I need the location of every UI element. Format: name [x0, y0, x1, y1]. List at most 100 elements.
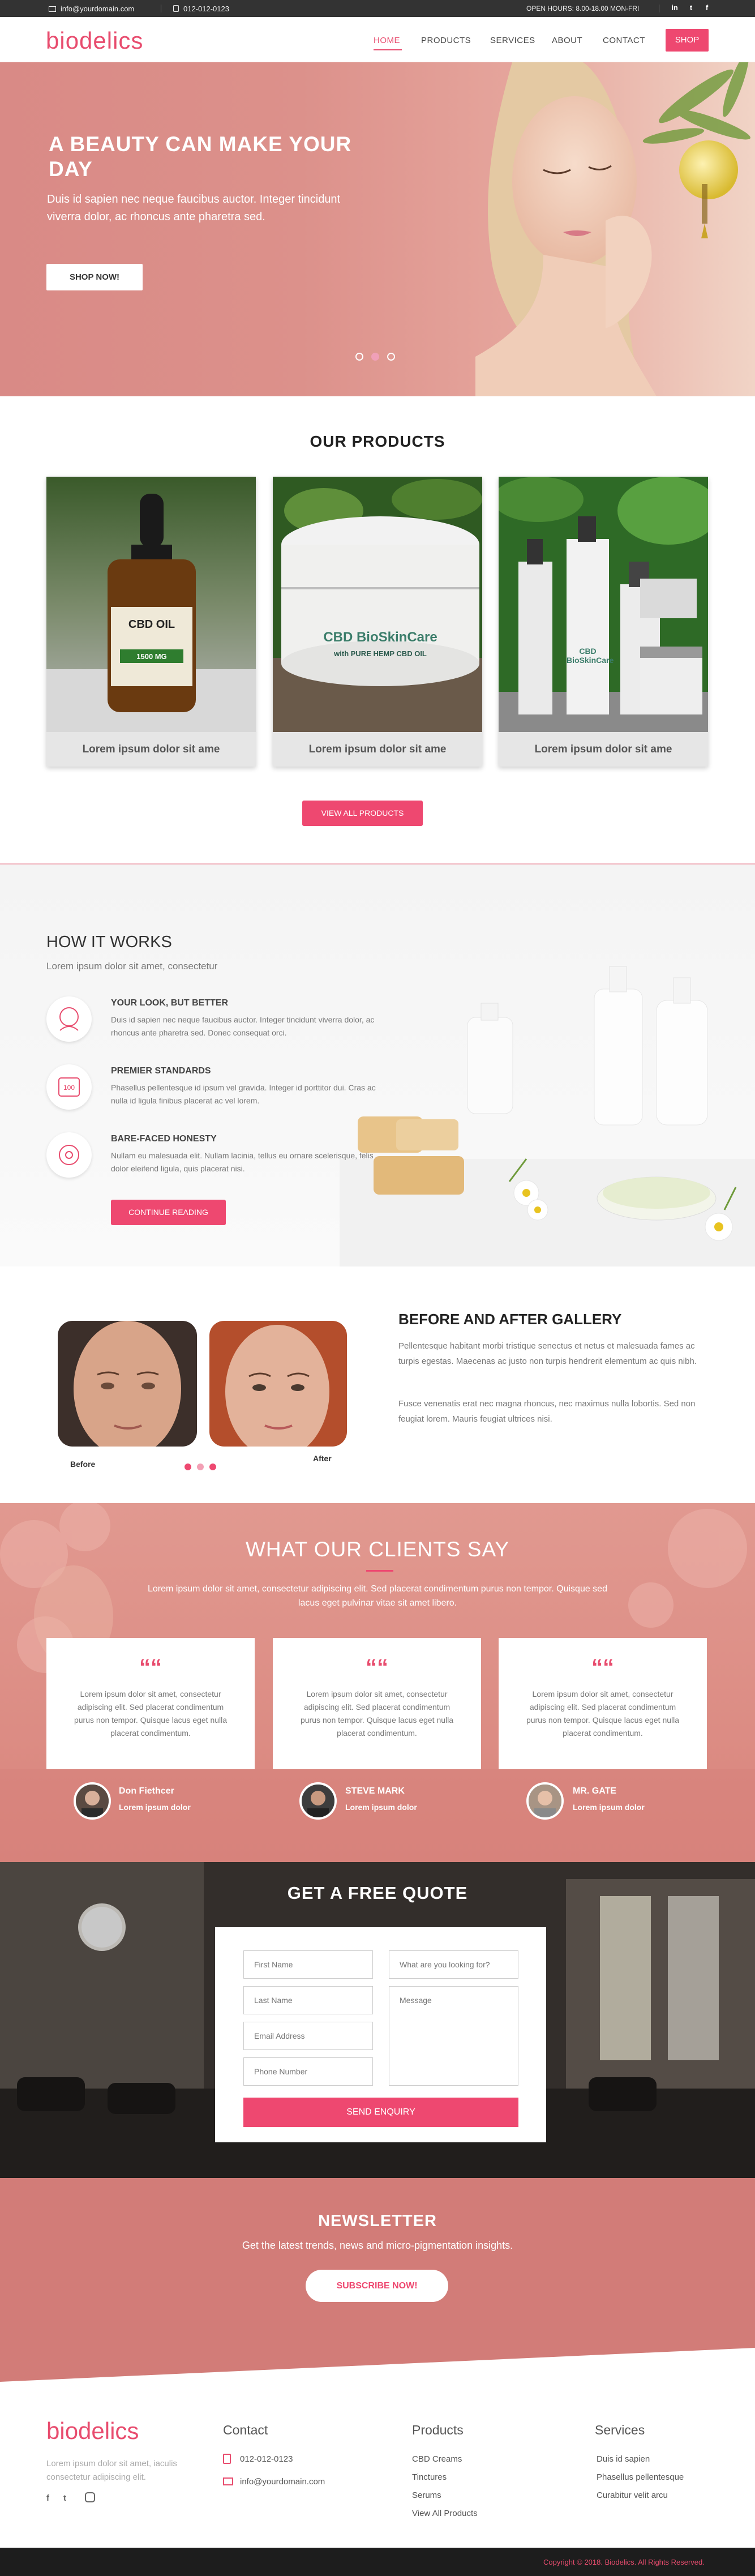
linkedin-icon[interactable]: in	[670, 3, 679, 12]
quote-icon: ““	[139, 1655, 162, 1680]
hero-subtitle: Duis id sapien nec neque faucibus auctor…	[47, 193, 341, 223]
gallery-title: BEFORE AND AFTER GALLERY	[398, 1311, 622, 1328]
product-caption: Lorem ipsum dolor sit ame	[499, 732, 708, 767]
newsletter-subtitle: Get the latest trends, news and micro-pi…	[242, 2240, 513, 2251]
footer-link[interactable]: Tinctures	[412, 2472, 447, 2482]
nav-home[interactable]: HOME	[374, 36, 400, 45]
face-care-icon	[46, 1132, 92, 1178]
last-name-field[interactable]	[243, 1986, 373, 2014]
first-name-field[interactable]	[243, 1950, 373, 1979]
avatar	[526, 1782, 564, 1820]
testimonials-subtitle: Lorem ipsum dolor sit amet, consectetur …	[148, 1584, 607, 1608]
copyright-text: Copyright © 2018. Biodelics. All Rights …	[543, 2558, 705, 2566]
gallery-dot-3[interactable]	[209, 1464, 216, 1470]
client-name: STEVE MARK	[345, 1786, 405, 1796]
mail-icon	[223, 2477, 233, 2485]
subscribe-button[interactable]: SUBSCRIBE NOW!	[306, 2270, 448, 2302]
hero-banner	[0, 62, 755, 396]
before-image	[58, 1321, 197, 1447]
facebook-icon[interactable]: f	[702, 3, 711, 12]
client-name: MR. GATE	[573, 1786, 617, 1796]
nav-services[interactable]: SERVICES	[490, 36, 535, 45]
twitter-icon[interactable]: t	[63, 2493, 66, 2503]
phone-field[interactable]	[243, 2057, 373, 2086]
footer-link[interactable]: Duis id sapien	[597, 2454, 650, 2464]
mail-icon	[49, 6, 56, 12]
feature-text: Duis id sapien nec neque faucibus auctor…	[111, 1015, 375, 1037]
topbar-phone[interactable]: 012-012-0123	[173, 5, 229, 13]
product-card-2[interactable]: CBD BioSkinCare with PURE HEMP CBD OIL L…	[273, 477, 482, 767]
title-underline	[366, 1570, 393, 1572]
after-image	[209, 1321, 347, 1447]
quote-title: GET A FREE QUOTE	[287, 1883, 468, 1903]
footer-about: Lorem ipsum dolor sit amet, iaculis cons…	[46, 2459, 177, 2482]
face-icon	[46, 996, 92, 1042]
continue-reading-button[interactable]: CONTINUE READING	[111, 1200, 226, 1225]
testimonials-title: WHAT OUR CLIENTS SAY	[245, 1538, 510, 1561]
how-subtitle: Lorem ipsum dolor sit amet, consectetur	[46, 961, 218, 972]
nav-products[interactable]: PRODUCTS	[421, 36, 471, 45]
send-enquiry-button[interactable]: SEND ENQUIRY	[243, 2098, 518, 2127]
footer-link[interactable]: View All Products	[412, 2509, 478, 2518]
slider-dot-2-active[interactable]	[371, 353, 379, 361]
phone-icon	[173, 5, 179, 12]
footer-link[interactable]: Phasellus pellentesque	[597, 2472, 684, 2482]
footer-link[interactable]: Serums	[412, 2491, 441, 2500]
footer-phone[interactable]: 012-012-0123	[240, 2454, 293, 2464]
badge-100-icon: 100	[46, 1064, 92, 1110]
looking-for-field[interactable]	[389, 1950, 518, 1979]
slider-dot-3[interactable]	[387, 353, 395, 361]
svg-text:100: 100	[63, 1084, 75, 1092]
testimonial-card: ““ Lorem ipsum dolor sit amet, consectet…	[499, 1638, 707, 1769]
twitter-icon[interactable]: t	[687, 3, 696, 12]
testimonial-text: Lorem ipsum dolor sit amet, consectetur …	[526, 1689, 680, 1738]
email-field[interactable]	[243, 2022, 373, 2050]
product-card-1[interactable]: CBD OIL 1500 MG Lorem ipsum dolor sit am…	[46, 477, 256, 767]
testimonial-card: ““ Lorem ipsum dolor sit amet, consectet…	[273, 1638, 481, 1769]
products-title: OUR PRODUCTS	[310, 433, 445, 450]
gallery-dot-2[interactable]	[197, 1464, 204, 1470]
testimonial-text: Lorem ipsum dolor sit amet, consectetur …	[300, 1689, 454, 1738]
product-image-skincare-set	[499, 477, 708, 732]
feature-title: YOUR LOOK, BUT BETTER	[111, 998, 229, 1008]
product-label: CBD BioSkinCare	[567, 647, 614, 665]
feature-text: Phasellus pellentesque id ipsum vel grav…	[111, 1083, 376, 1105]
footer-services-title: Services	[595, 2423, 645, 2437]
newsletter-title: NEWSLETTER	[318, 2212, 437, 2230]
client-role: Lorem ipsum dolor	[573, 1803, 645, 1812]
hero-title: A BEAUTY CAN MAKE YOUR DAY	[49, 132, 352, 181]
nav-about[interactable]: ABOUT	[552, 36, 582, 45]
quote-icon: ““	[366, 1655, 388, 1680]
footer-contact-title: Contact	[223, 2423, 268, 2437]
client-role: Lorem ipsum dolor	[119, 1803, 191, 1812]
gallery-dot-1[interactable]	[185, 1464, 191, 1470]
product-label: CBD OIL	[128, 618, 175, 631]
instagram-icon[interactable]	[85, 2492, 95, 2502]
testimonial-card: ““ Lorem ipsum dolor sit amet, consectet…	[46, 1638, 255, 1769]
message-field[interactable]	[389, 1986, 518, 2086]
shop-now-button[interactable]: SHOP NOW!	[46, 264, 143, 290]
shop-button[interactable]: SHOP	[666, 29, 709, 52]
view-all-products-button[interactable]: VIEW ALL PRODUCTS	[302, 801, 423, 826]
facebook-icon[interactable]: f	[46, 2493, 49, 2503]
footer-email[interactable]: info@yourdomain.com	[240, 2477, 325, 2487]
product-caption: Lorem ipsum dolor sit ame	[273, 732, 482, 767]
hero-model-image	[475, 62, 750, 396]
slider-dot-1[interactable]	[355, 353, 363, 361]
product-sublabel: with PURE HEMP CBD OIL	[334, 649, 427, 658]
logo[interactable]: biodelics	[46, 27, 143, 54]
client-role: Lorem ipsum dolor	[345, 1803, 417, 1812]
footer-logo[interactable]: biodelics	[46, 2417, 139, 2445]
product-image-cbd-oil	[46, 477, 256, 732]
open-hours: OPEN HOURS: 8.00-18.00 MON-FRI	[526, 5, 640, 12]
footer-link[interactable]: Curabitur velit arcu	[597, 2491, 668, 2500]
avatar	[299, 1782, 337, 1820]
feature-text: Nullam eu malesuada elit. Nullam lacinia…	[111, 1151, 374, 1173]
nav-contact[interactable]: CONTACT	[603, 36, 645, 45]
gallery-paragraph-2: Fusce venenatis erat nec magna rhoncus, …	[398, 1399, 696, 1424]
quote-icon: ““	[591, 1655, 614, 1680]
product-card-3[interactable]: CBD BioSkinCare Lorem ipsum dolor sit am…	[499, 477, 708, 767]
footer-link[interactable]: CBD Creams	[412, 2454, 462, 2464]
topbar-email[interactable]: info@yourdomain.com	[49, 5, 134, 13]
before-label: Before	[70, 1460, 96, 1469]
